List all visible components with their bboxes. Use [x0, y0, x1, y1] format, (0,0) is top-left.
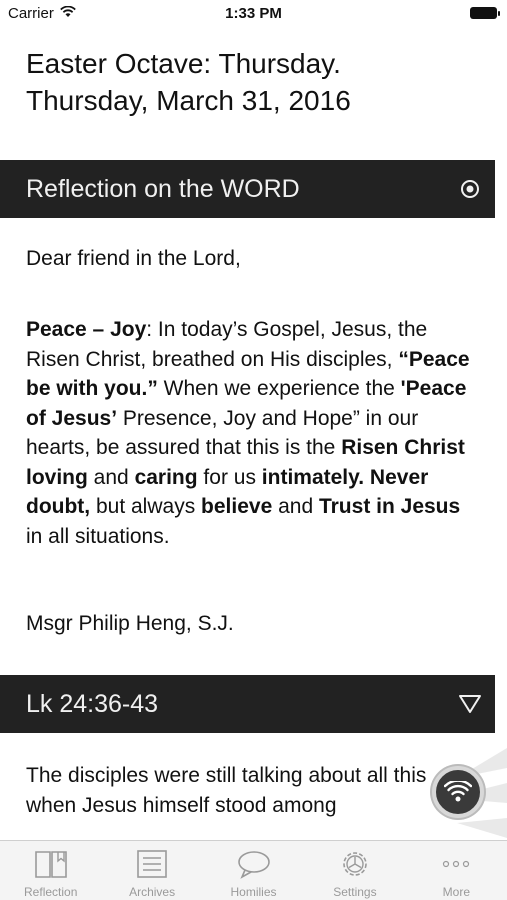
- tab-reflection-label: Reflection: [24, 885, 78, 899]
- paragraph-text: and: [87, 465, 135, 489]
- paragraph-text: and: [272, 495, 319, 518]
- tab-more-label: More: [442, 885, 470, 899]
- reflection-paragraph: Peace – Joy: In today’s Gospel, Jesus, t…: [0, 315, 507, 551]
- paragraph-text: for us: [197, 465, 262, 489]
- page-title-block: Easter Octave: Thursday. Thursday, March…: [0, 28, 507, 160]
- tab-settings-label: Settings: [333, 885, 377, 899]
- tab-homilies[interactable]: Homilies: [203, 841, 304, 900]
- list-icon: [136, 847, 168, 881]
- speech-bubble-icon: [237, 847, 271, 881]
- tab-homilies-label: Homilies: [230, 885, 277, 899]
- emphasis-text: caring: [134, 465, 198, 489]
- paragraph-text: but always: [90, 495, 202, 518]
- status-bar: Carrier 1:33 PM: [0, 0, 507, 28]
- author-name: Msgr Philip Heng, S.J.: [26, 612, 234, 635]
- tab-settings[interactable]: Settings: [304, 841, 405, 900]
- battery-icon: [470, 7, 500, 19]
- greeting-text: Dear friend in the Lord,: [26, 247, 241, 270]
- tab-archives-label: Archives: [129, 885, 176, 899]
- page-title: Easter Octave: Thursday.: [26, 48, 341, 79]
- target-icon[interactable]: [457, 176, 483, 202]
- paragraph-text: in all situations.: [26, 524, 170, 548]
- reading-section-title: Lk 24:36-43: [26, 689, 159, 718]
- scroll-content[interactable]: Easter Octave: Thursday. Thursday, March…: [0, 28, 507, 840]
- reading-section-header[interactable]: Lk 24:36-43: [0, 675, 495, 733]
- wifi-button[interactable]: [432, 766, 484, 818]
- triangle-down-icon[interactable]: [457, 691, 483, 717]
- gear-icon: [339, 847, 371, 881]
- emphasis-text: believe: [201, 495, 273, 518]
- paragraph-text: When we experience the: [157, 377, 401, 400]
- wifi-icon: [444, 781, 472, 802]
- reflection-section-title: Reflection on the WORD: [26, 174, 300, 203]
- status-time: 1:33 PM: [225, 5, 282, 22]
- tab-archives[interactable]: Archives: [101, 841, 202, 900]
- tab-bar: Reflection Archives Homilies Settings Mo…: [0, 840, 507, 900]
- emphasis-text: Peace – Joy: [26, 318, 147, 341]
- book-icon: [34, 847, 68, 881]
- more-dots-icon: [441, 847, 471, 881]
- page-date: Thursday, March 31, 2016: [26, 85, 351, 116]
- tab-reflection[interactable]: Reflection: [0, 841, 101, 900]
- reflection-section-header[interactable]: Reflection on the WORD: [0, 160, 495, 218]
- tab-more[interactable]: More: [406, 841, 507, 900]
- emphasis-text: Trust in Jesus: [318, 495, 461, 518]
